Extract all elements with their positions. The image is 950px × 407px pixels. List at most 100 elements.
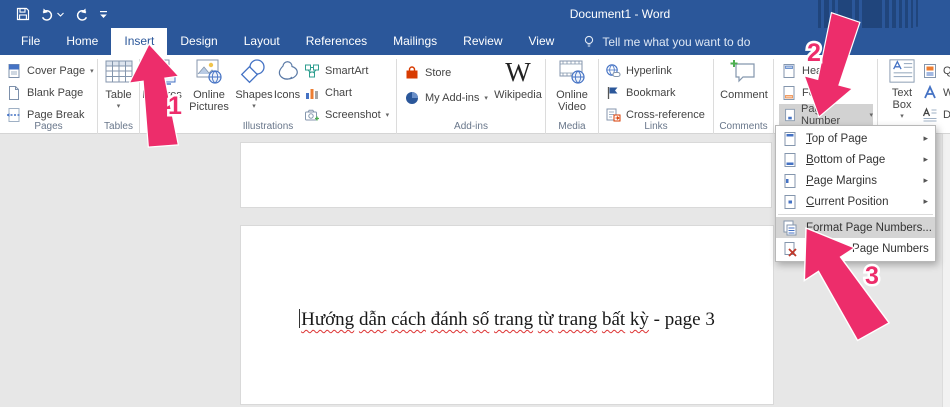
footer-button[interactable]: Footer	[781, 83, 834, 102]
my-addins-label: My Add-ins	[425, 92, 479, 104]
menu-item-bottom-of-page[interactable]: Bottom of Page	[776, 149, 935, 170]
screenshot-label: Screenshot	[325, 109, 381, 121]
wordart-icon	[922, 85, 938, 101]
undo-button[interactable]	[40, 7, 64, 21]
footer-label: Footer	[802, 87, 834, 99]
menu-item-current-position[interactable]: Current Position	[776, 191, 935, 212]
ribbon-group-pages: Cover Page ▾ Blank Page Page Break Pages	[0, 55, 97, 133]
footer-icon	[781, 85, 797, 101]
doc-word: từ	[538, 309, 554, 330]
tab-home[interactable]: Home	[53, 28, 111, 55]
quick-parts-button[interactable]: Qu	[922, 61, 950, 80]
word-window: Document1 - Word File Home Insert Design…	[0, 0, 950, 407]
customize-qat-button[interactable]	[99, 10, 108, 19]
bookmark-label: Bookmark	[626, 87, 676, 99]
quick-access-toolbar	[16, 0, 108, 28]
menu-item-format-page-numbers[interactable]: Format Page Numbers...	[776, 217, 935, 238]
group-label-comments: Comments	[714, 121, 773, 132]
doc-word: bất	[602, 309, 625, 330]
menu-item-top-of-page[interactable]: Top of Page	[776, 128, 935, 149]
blank-page-icon	[6, 85, 22, 101]
chevron-down-icon: ▾	[900, 111, 904, 123]
online-video-button[interactable]: Online Video	[551, 58, 593, 113]
doc-sentence-tail: - page 3	[649, 309, 715, 330]
save-icon	[16, 7, 30, 21]
menu-item-icon	[782, 194, 798, 210]
text-box-button[interactable]: Text Box ▾	[884, 58, 920, 123]
chart-button[interactable]: Chart	[304, 83, 352, 102]
tab-design[interactable]: Design	[167, 28, 230, 55]
chevron-down-icon: ▾	[117, 101, 121, 113]
menu-item-page-margins[interactable]: Page Margins	[776, 170, 935, 191]
document-text-line[interactable]: Hướng dẫn cách đánh số trang từ trang bấ…	[241, 309, 773, 331]
doc-word: đánh	[431, 309, 468, 330]
tell-me-label: Tell me what you want to do	[602, 35, 750, 49]
tab-layout[interactable]: Layout	[231, 28, 293, 55]
shapes-button[interactable]: Shapes ▾	[236, 58, 272, 113]
menu-item-label: Top of Page	[806, 133, 867, 145]
shapes-icon	[239, 58, 269, 86]
header-icon	[781, 63, 797, 79]
page-number-button[interactable]: Page Number ▾	[779, 104, 873, 126]
icons-button[interactable]: Icons	[272, 58, 302, 101]
wordart-button[interactable]: W	[922, 83, 950, 102]
tab-file[interactable]: File	[8, 28, 53, 55]
tab-references[interactable]: References	[293, 28, 380, 55]
menu-item-icon	[782, 241, 798, 257]
bookmark-button[interactable]: Bookmark	[605, 83, 676, 102]
ribbon-group-tables: Table ▾ Tables	[98, 55, 139, 133]
watermark-bar	[916, 0, 918, 27]
hyperlink-label: Hyperlink	[626, 65, 672, 77]
online-video-label: Online Video	[552, 89, 592, 113]
my-addins-button[interactable]: My Add-ins ▾	[404, 88, 488, 107]
ribbon-group-comments: Comment Comments	[714, 55, 773, 133]
pictures-icon	[147, 58, 177, 86]
header-button[interactable]: Header	[781, 61, 838, 80]
hyperlink-button[interactable]: Hyperlink	[605, 61, 672, 80]
vertical-scrollbar[interactable]	[942, 134, 950, 407]
comment-button[interactable]: Comment	[721, 58, 767, 101]
menu-item-icon	[782, 131, 798, 147]
ribbon-group-media: Online Video Media	[546, 55, 598, 133]
redo-button[interactable]	[74, 7, 89, 21]
page-number-icon	[783, 108, 797, 122]
wikipedia-icon: W	[505, 58, 530, 86]
pictures-label: Pictures	[142, 89, 182, 101]
wikipedia-label: Wikipedia	[494, 89, 542, 101]
my-addins-icon	[404, 90, 420, 106]
save-button[interactable]	[16, 7, 30, 21]
pictures-button[interactable]: Pictures	[141, 58, 183, 101]
drop-cap-icon	[922, 107, 938, 123]
bookmark-icon	[605, 85, 621, 101]
wikipedia-button[interactable]: W Wikipedia	[494, 58, 542, 101]
ribbon-group-links: Hyperlink Bookmark Cross-reference Links	[599, 55, 713, 133]
hyperlink-icon	[605, 63, 621, 79]
tell-me-box[interactable]: Tell me what you want to do	[583, 28, 750, 55]
duck-icon	[272, 58, 302, 86]
blank-page-button[interactable]: Blank Page	[6, 83, 83, 102]
comment-icon	[729, 58, 759, 86]
drop-cap-button[interactable]: Dr	[922, 105, 950, 124]
tab-insert[interactable]: Insert	[111, 28, 167, 55]
document-page-2[interactable]: Hướng dẫn cách đánh số trang từ trang bấ…	[240, 225, 774, 405]
online-pictures-button[interactable]: Online Pictures	[184, 58, 234, 113]
chevron-down-icon	[57, 12, 64, 17]
document-page-1[interactable]	[240, 142, 772, 208]
group-label-addins: Add-ins	[397, 121, 545, 132]
menu-item-remove-page-numbers[interactable]: Remove Page Numbers	[776, 238, 935, 259]
tab-review[interactable]: Review	[450, 28, 515, 55]
icons-label: Icons	[274, 89, 300, 101]
tab-view[interactable]: View	[516, 28, 568, 55]
cover-page-button[interactable]: Cover Page ▾	[6, 61, 94, 80]
smartart-button[interactable]: SmartArt	[304, 61, 368, 80]
table-button[interactable]: Table ▾	[100, 58, 137, 113]
quick-parts-label: Qu	[943, 65, 950, 77]
chart-icon	[304, 85, 320, 101]
store-icon	[404, 65, 420, 81]
cover-page-icon	[6, 63, 22, 79]
store-button[interactable]: Store	[404, 63, 451, 82]
smartart-icon	[304, 63, 320, 79]
title-bar: Document1 - Word	[0, 0, 950, 28]
tab-mailings[interactable]: Mailings	[380, 28, 450, 55]
smartart-label: SmartArt	[325, 65, 368, 77]
